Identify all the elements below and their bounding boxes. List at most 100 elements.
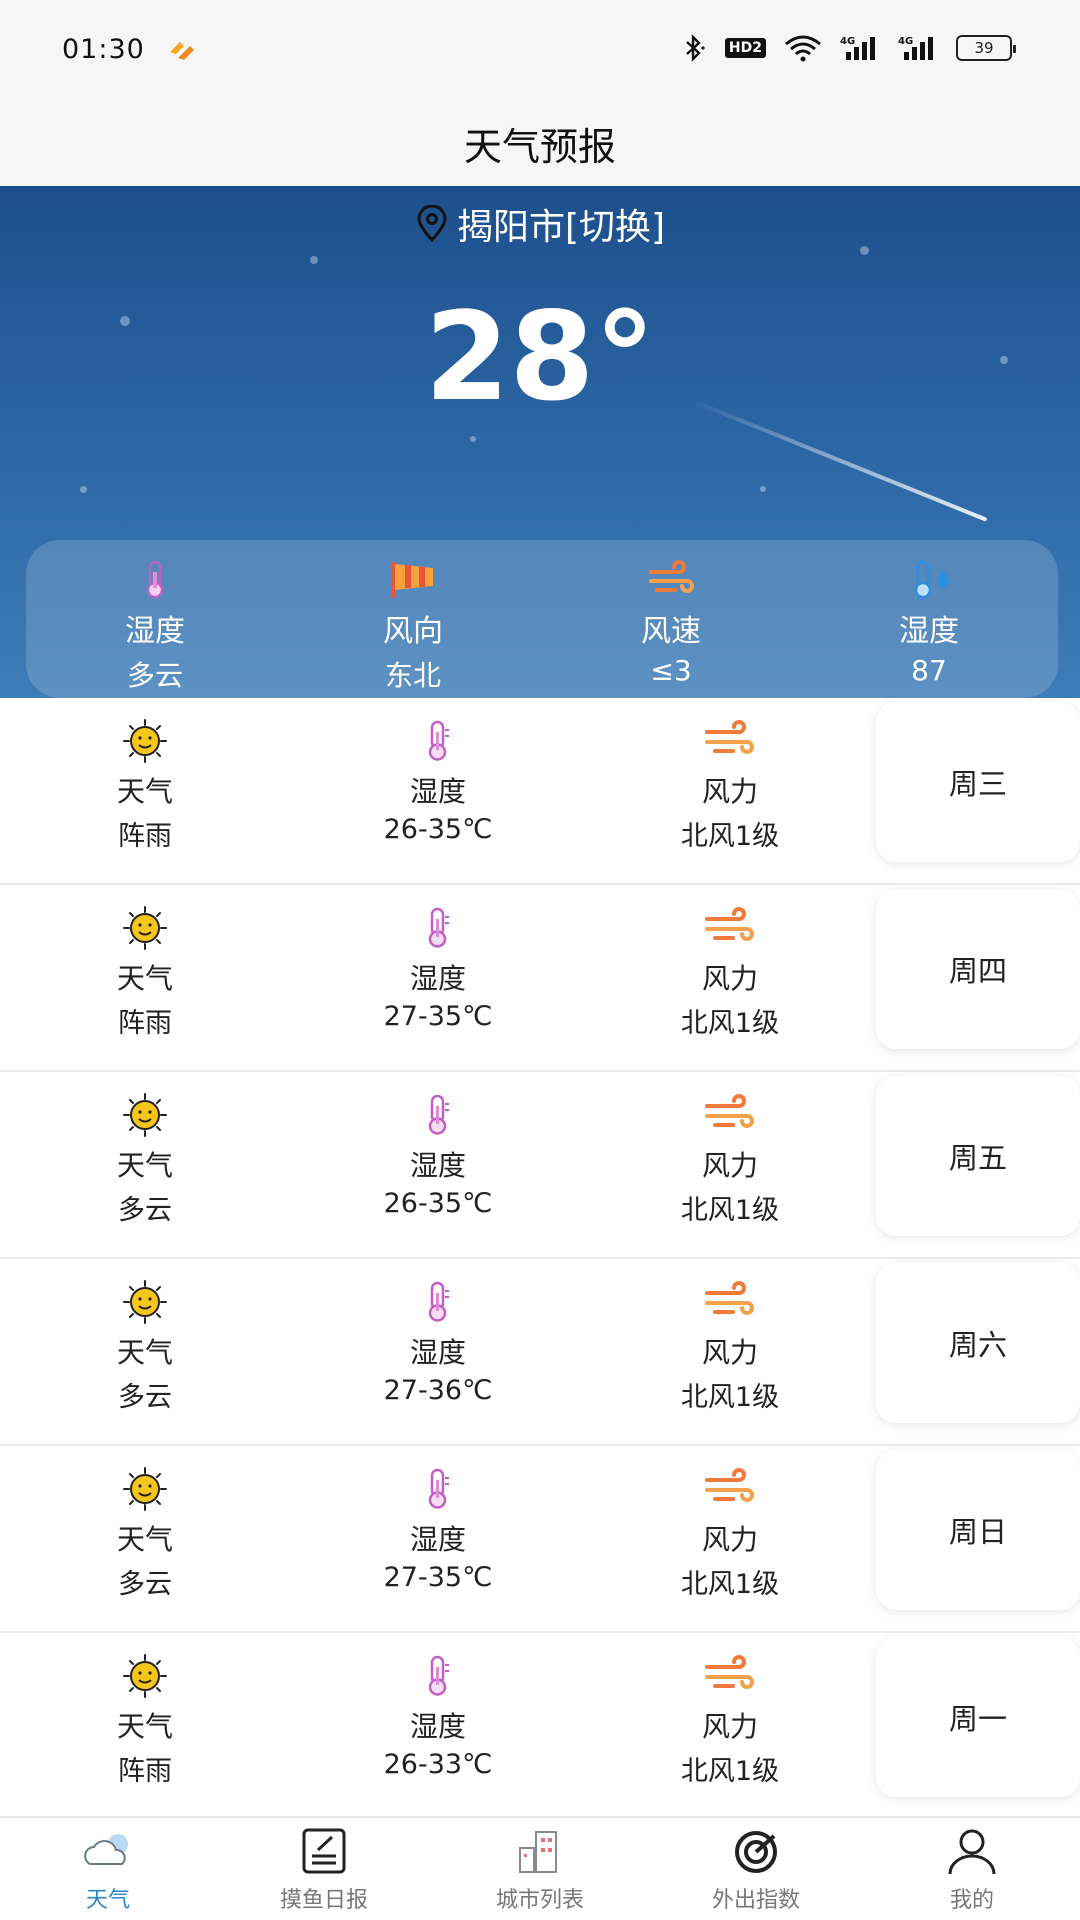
wind-value: 北风1级 xyxy=(680,1569,780,1600)
weather-value: 多云 xyxy=(118,1382,172,1413)
location-pin-icon xyxy=(417,205,447,243)
sun-icon xyxy=(123,1280,167,1324)
signal-4g-icon-2: 4G xyxy=(898,36,933,60)
weather-label: 天气 xyxy=(116,1336,173,1369)
wind-icon xyxy=(705,1655,754,1689)
status-icons: HD2 4G 4G 39 xyxy=(681,34,1016,62)
wind-value: 北风1级 xyxy=(680,1008,780,1039)
temperature-label: 湿度 xyxy=(409,962,466,995)
temperature-label: 湿度 xyxy=(409,1336,466,1369)
weather-value: 阵雨 xyxy=(118,1008,172,1039)
sky-star xyxy=(310,256,318,264)
nav-label: 外出指数 xyxy=(711,1888,800,1913)
weather-cell: 天气 阵雨 xyxy=(45,718,245,853)
forecast-list[interactable]: 天气 阵雨 湿度 26-35℃ 风力 北风1级 周三 天气 阵雨 湿度 27-3… xyxy=(0,698,1080,1820)
forecast-row[interactable]: 天气 阵雨 湿度 27-35℃ 风力 北风1级 周四 xyxy=(0,885,1080,1072)
weather-label: 天气 xyxy=(116,962,173,995)
forecast-row[interactable]: 天气 多云 湿度 27-35℃ 风力 北风1级 周日 xyxy=(0,1446,1080,1633)
temperature-value: 26-35℃ xyxy=(383,1188,493,1219)
nav-weather[interactable]: 天气 xyxy=(0,1818,216,1920)
forecast-row[interactable]: 天气 阵雨 湿度 26-33℃ 风力 北风1级 周一 xyxy=(0,1633,1080,1820)
temperature-value: 27-35℃ xyxy=(383,1562,493,1593)
hd-icon: HD2 xyxy=(724,34,766,62)
wind-icon xyxy=(705,907,754,941)
wind-cell: 风力 北风1级 xyxy=(630,905,830,1040)
wind-label: 风力 xyxy=(701,1336,758,1369)
nav-label: 我的 xyxy=(949,1888,994,1913)
location-switcher[interactable]: 揭阳市[切换] xyxy=(0,198,1080,250)
current-temperature: 28° xyxy=(424,286,656,428)
forecast-row[interactable]: 天气 多云 湿度 26-35℃ 风力 北风1级 周五 xyxy=(0,1072,1080,1259)
title-bar: 天气预报 xyxy=(0,100,1080,186)
sun-icon xyxy=(123,1654,167,1698)
day-card[interactable]: 周一 xyxy=(876,1637,1080,1797)
weather-value: 多云 xyxy=(118,1195,172,1226)
weather-cell: 天气 多云 xyxy=(45,1279,245,1414)
thermometer-icon xyxy=(146,560,164,599)
thermometer-icon xyxy=(428,907,449,948)
forecast-row[interactable]: 天气 多云 湿度 27-36℃ 风力 北风1级 周六 xyxy=(0,1259,1080,1446)
day-card[interactable]: 周三 xyxy=(876,702,1080,862)
nav-outing-index[interactable]: 外出指数 xyxy=(648,1818,864,1920)
temperature-label: 湿度 xyxy=(409,1149,466,1182)
day-card[interactable]: 周五 xyxy=(876,1076,1080,1236)
wind-value: 北风1级 xyxy=(680,821,780,852)
wind-cell: 风力 北风1级 xyxy=(630,1466,830,1601)
weather-value: 阵雨 xyxy=(118,821,172,852)
day-card[interactable]: 周六 xyxy=(876,1263,1080,1423)
wind-icon xyxy=(705,1094,754,1128)
weather-label: 天气 xyxy=(116,1710,173,1743)
nav-daily-report[interactable]: 摸鱼日报 xyxy=(216,1818,432,1920)
bluetooth-icon xyxy=(686,34,705,62)
thermometer-icon xyxy=(428,1281,449,1322)
sky-star xyxy=(760,486,766,492)
weather-value: 阵雨 xyxy=(118,1756,172,1787)
temperature-cell: 湿度 27-35℃ xyxy=(338,1466,538,1593)
weather-value: 多云 xyxy=(118,1569,172,1600)
temperature-cell: 湿度 26-35℃ xyxy=(338,718,538,845)
temperature-value: 26-33℃ xyxy=(383,1749,493,1780)
metric-value: 东北 xyxy=(384,659,441,692)
person-icon xyxy=(948,1829,996,1875)
wind-label: 风力 xyxy=(701,1523,758,1556)
weather-cell: 天气 多云 xyxy=(45,1092,245,1227)
metric-label: 风速 xyxy=(641,614,701,649)
wind-label: 风力 xyxy=(701,962,758,995)
weather-cell: 天气 多云 xyxy=(45,1466,245,1601)
sky-star xyxy=(80,486,87,493)
nav-label: 天气 xyxy=(85,1888,130,1913)
buildings-icon xyxy=(519,1831,557,1873)
humidity-icon xyxy=(914,560,949,599)
metric-humidity: 湿度 87 xyxy=(800,540,1058,698)
temperature-value: 27-35℃ xyxy=(383,1001,493,1032)
status-bar: 01:30 HD2 4G 4G 39 xyxy=(0,0,1080,100)
weather-cell: 天气 阵雨 xyxy=(45,1653,245,1788)
sun-icon xyxy=(123,719,167,763)
weather-label: 天气 xyxy=(116,1523,173,1556)
temperature-value: 27-36℃ xyxy=(383,1375,493,1406)
day-card[interactable]: 周四 xyxy=(876,889,1080,1049)
weather-label: 天气 xyxy=(116,775,173,808)
wind-icon xyxy=(649,560,694,593)
svg-text:4G: 4G xyxy=(898,36,913,47)
temperature-cell: 湿度 27-35℃ xyxy=(338,905,538,1032)
forecast-row[interactable]: 天气 阵雨 湿度 26-35℃ 风力 北风1级 周三 xyxy=(0,698,1080,885)
svg-text:4G: 4G xyxy=(840,36,855,47)
temperature-label: 湿度 xyxy=(409,775,466,808)
windsock-icon xyxy=(391,562,433,598)
nav-city-list[interactable]: 城市列表 xyxy=(432,1818,648,1920)
location-label: 揭阳市[切换] xyxy=(456,207,666,248)
app-notification-icon xyxy=(170,42,194,60)
notepad-icon xyxy=(302,1828,346,1874)
day-card[interactable]: 周日 xyxy=(876,1450,1080,1610)
temperature-value: 26-35℃ xyxy=(383,814,493,845)
wind-value: 北风1级 xyxy=(680,1195,780,1226)
bottom-navigation: 天气 摸鱼日报 城市列表 外出指数 我的 xyxy=(0,1816,1080,1920)
wind-icon xyxy=(705,1468,754,1502)
wind-cell: 风力 北风1级 xyxy=(630,1279,830,1414)
wifi-icon xyxy=(785,35,821,62)
nav-profile[interactable]: 我的 xyxy=(864,1818,1080,1920)
status-time: 01:30 xyxy=(62,34,145,65)
metric-value: 多云 xyxy=(126,659,183,692)
wind-value: 北风1级 xyxy=(680,1756,780,1787)
